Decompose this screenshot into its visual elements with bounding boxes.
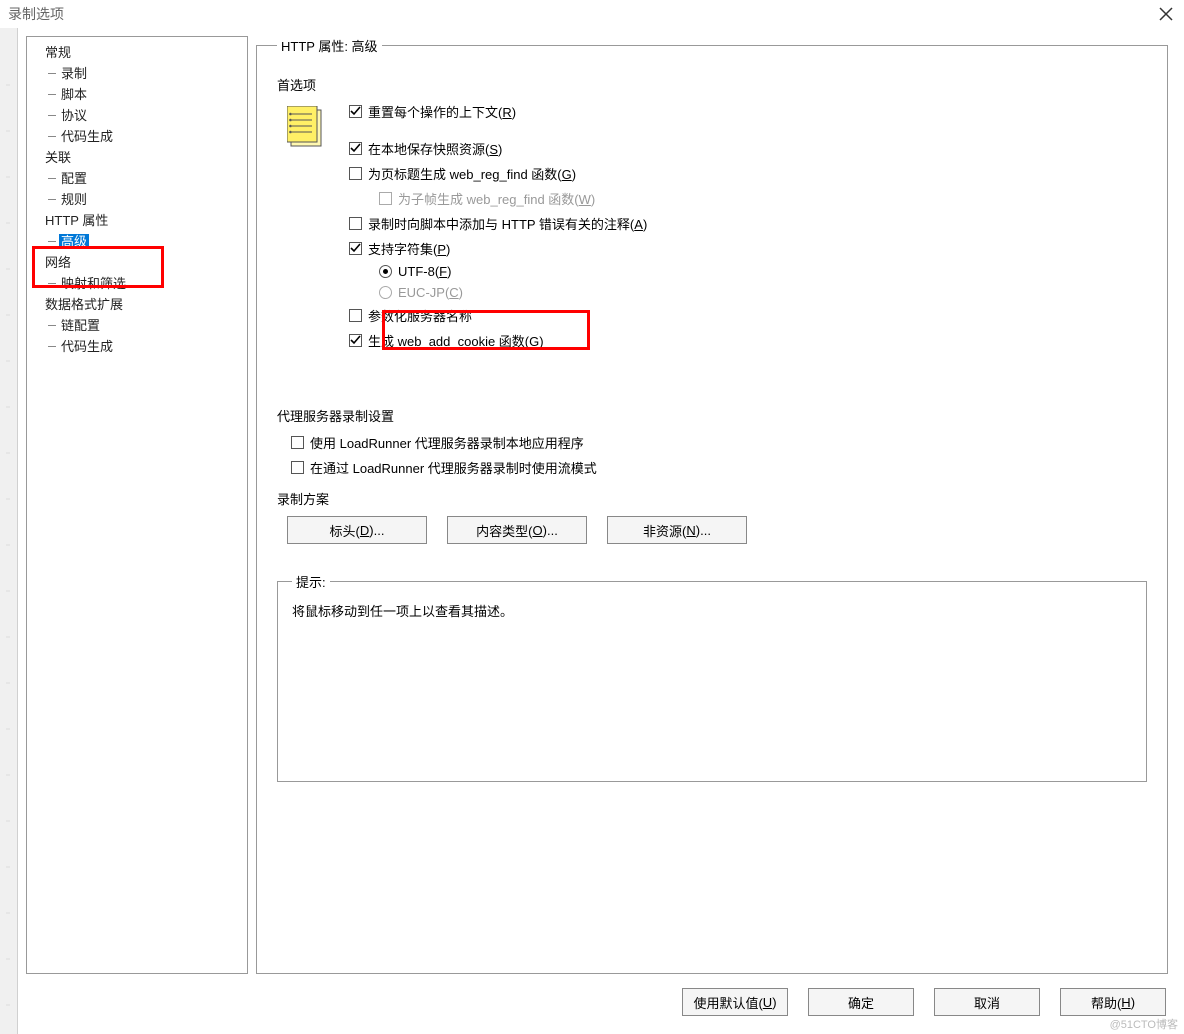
tree-chain[interactable]: 链配置 — [45, 314, 245, 335]
hint-text: 将鼠标移动到任一项上以查看其描述。 — [292, 601, 1132, 620]
opt-add-http-err[interactable]: 录制时向脚本中添加与 HTTP 错误有关的注释(A) — [349, 214, 647, 233]
tree-dataformat[interactable]: 数据格式扩展 — [29, 293, 245, 314]
nav-tree: 常规 录制 脚本 协议 代码生成 关联 配置 规则 HTTP 属性 高级 — [26, 36, 248, 974]
tree-script[interactable]: 脚本 — [45, 83, 245, 104]
headers-button[interactable]: 标头(D)... — [287, 516, 427, 544]
tree-http[interactable]: HTTP 属性 — [29, 209, 245, 230]
tree-config[interactable]: 配置 — [45, 167, 245, 188]
scheme-section-label: 录制方案 — [277, 489, 1147, 508]
hint-legend: 提示: — [292, 572, 330, 591]
ok-button[interactable]: 确定 — [808, 988, 914, 1016]
footer-buttons: 使用默认值(U) 确定 取消 帮助(H) — [682, 988, 1166, 1016]
opt-gen-webregfind[interactable]: 为页标题生成 web_reg_find 函数(G) — [349, 164, 647, 183]
preferences-icon — [287, 106, 325, 150]
help-button[interactable]: 帮助(H) — [1060, 988, 1166, 1016]
tree-codegen2[interactable]: 代码生成 — [45, 335, 245, 356]
opt-gen-webregfind-sub: 为子帧生成 web_reg_find 函数(W) — [349, 189, 647, 208]
tree-record[interactable]: 录制 — [45, 62, 245, 83]
tree-network[interactable]: 网络 — [29, 251, 245, 272]
content-type-button[interactable]: 内容类型(O)... — [447, 516, 587, 544]
window-title: 录制选项 — [8, 4, 1156, 24]
opt-param-server[interactable]: 参数化服务器名称 — [349, 306, 647, 325]
opt-charset[interactable]: 支持字符集(P) — [349, 239, 647, 258]
cancel-button[interactable]: 取消 — [934, 988, 1040, 1016]
opt-reset-context[interactable]: 重置每个操作的上下文(R) — [349, 102, 647, 121]
opt-gen-cookie[interactable]: 生成 web_add_cookie 函数(G) — [349, 331, 647, 350]
panel-legend: HTTP 属性: 高级 — [277, 36, 382, 55]
opt-stream-mode[interactable]: 在通过 LoadRunner 代理服务器录制时使用流模式 — [291, 458, 1147, 477]
opt-utf8[interactable]: UTF-8(F) — [349, 264, 647, 279]
use-defaults-button[interactable]: 使用默认值(U) — [682, 988, 788, 1016]
tree-correlation[interactable]: 关联 — [29, 146, 245, 167]
opt-save-snapshot[interactable]: 在本地保存快照资源(S) — [349, 139, 647, 158]
tree-http-advanced[interactable]: 高级 — [45, 230, 245, 251]
close-icon[interactable] — [1156, 4, 1176, 24]
non-resource-button[interactable]: 非资源(N)... — [607, 516, 747, 544]
watermark: @51CTO博客 — [1110, 1016, 1178, 1032]
opt-use-lr-proxy[interactable]: 使用 LoadRunner 代理服务器录制本地应用程序 — [291, 433, 1147, 452]
tree-general[interactable]: 常规 — [29, 41, 245, 62]
tree-codegen[interactable]: 代码生成 — [45, 125, 245, 146]
titlebar: 录制选项 — [0, 0, 1184, 28]
tree-protocol[interactable]: 协议 — [45, 104, 245, 125]
proxy-section-label: 代理服务器录制设置 — [277, 406, 1147, 425]
tree-rule[interactable]: 规则 — [45, 188, 245, 209]
hint-box: 提示: 将鼠标移动到任一项上以查看其描述。 — [277, 572, 1147, 782]
tree-mapfilter[interactable]: 映射和筛选 — [45, 272, 245, 293]
pref-section-label: 首选项 — [277, 75, 1147, 94]
main-panel: HTTP 属性: 高级 首选项 重置每个操作的上下文(R) — [256, 36, 1168, 974]
opt-eucjp: EUC-JP(C) — [349, 285, 647, 300]
